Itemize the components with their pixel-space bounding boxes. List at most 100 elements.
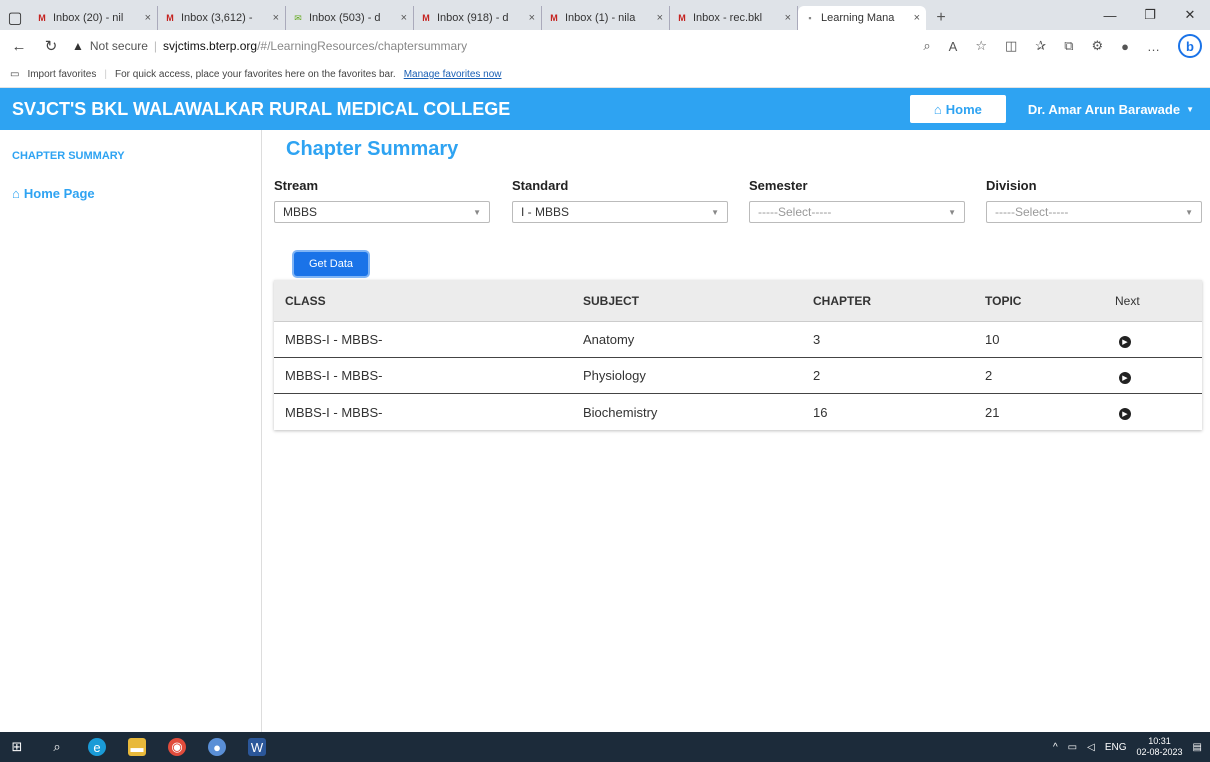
tab-actions-icon[interactable]: ▢ [0,6,30,30]
table-cell: 10 [985,332,1000,347]
close-tab-icon[interactable]: × [657,12,663,24]
windows-start-icon[interactable]: ⊞ [8,738,26,756]
table-cell: ▶ [1104,368,1202,384]
sidebar: CHAPTER SUMMARY ⌂ Home Page [0,130,262,732]
close-tab-icon[interactable]: × [529,12,535,24]
arrow-right-circle-icon[interactable]: ▶ [1119,371,1131,384]
close-tab-icon[interactable]: × [914,12,920,24]
page-title: Chapter Summary [286,138,459,160]
profile-icon[interactable]: ● [1121,39,1129,54]
extensions-icon[interactable]: ⚙ [1091,38,1103,54]
arrow-right-circle-icon[interactable]: ▶ [1119,335,1131,348]
table-row: MBBS-I - MBBS- Anatomy 3 10 ▶ [274,322,1202,358]
home-icon: ⌂ [12,186,20,201]
collections-icon[interactable]: ⧉ [1064,38,1073,54]
gmail-icon: M [678,13,686,23]
browser-tab[interactable]: ▪ Learning Mana × [798,6,926,30]
bing-icon[interactable]: b [1178,34,1202,58]
stream-filter: Stream MBBS ▼ [274,178,490,223]
more-icon[interactable]: … [1147,39,1160,54]
chevron-down-icon: ▼ [1185,207,1193,217]
language-indicator[interactable]: ENG [1105,742,1127,753]
manage-favorites-link[interactable]: Manage favorites now [404,69,502,80]
semester-select[interactable]: -----Select----- ▼ [749,201,965,223]
division-select[interactable]: -----Select----- ▼ [986,201,1202,223]
close-tab-icon[interactable]: × [401,12,407,24]
gmail-icon: M [422,13,430,23]
search-icon[interactable]: ⌕ [923,38,930,54]
app-title: SVJCT'S BKL WALAWALKAR RURAL MEDICAL COL… [12,98,511,119]
import-favorites-link[interactable]: Import favorites [27,69,96,80]
restore-icon[interactable]: ❐ [1130,0,1170,30]
tab-label: Inbox - rec.bkl [693,12,763,24]
chevron-up-icon[interactable]: ^ [1053,742,1058,753]
clock[interactable]: 10:31 02-08-2023 [1137,736,1183,758]
table-row: MBBS-I - MBBS- Physiology 2 2 ▶ [274,358,1202,394]
select-value: -----Select----- [758,205,832,219]
volume-icon[interactable]: ◁ [1087,742,1095,753]
split-screen-icon[interactable]: ◫ [1005,38,1017,54]
browser-tab[interactable]: M Inbox (1) - nila × [542,6,670,30]
page-icon: ▪ [808,13,812,23]
window-controls: — ❐ ✕ [1090,0,1210,30]
browser-tab-strip: ▢ M Inbox (20) - nil × M Inbox (3,612) - × ✉ In… [0,0,1210,30]
user-menu[interactable]: Dr. Amar Arun Barawade ▼ [1028,102,1194,117]
new-tab-icon[interactable]: + [926,6,956,30]
close-tab-icon[interactable]: × [145,12,151,24]
favorite-star-icon[interactable]: ☆ [975,38,987,54]
browser-tab[interactable]: M Inbox - rec.bkl × [670,6,798,30]
url-field[interactable]: ▲ Not secure | svjctims.bterp.org/#/Lear… [72,39,913,53]
file-explorer-icon[interactable]: ▬ [128,738,146,756]
close-tab-icon[interactable]: × [273,12,279,24]
arrow-right-circle-icon[interactable]: ▶ [1119,408,1131,420]
back-icon[interactable]: ← [8,35,30,57]
user-name: Dr. Amar Arun Barawade [1027,101,1181,117]
home-button[interactable]: ⌂ Home [909,95,1006,123]
app-icon[interactable]: ● [208,738,226,756]
table-cell: ▶ [1104,332,1202,348]
sidebar-item-label: Home Page [23,186,95,201]
semester-filter: Semester -----Select----- ▼ [749,178,965,223]
get-data-button[interactable]: Get Data [294,252,368,276]
tab-label: Learning Mana [821,12,895,24]
edge-icon[interactable]: e [88,738,106,756]
select-value: -----Select----- [995,205,1069,219]
chrome-icon[interactable]: ◉ [168,738,186,756]
filter-label: Stream [274,178,319,193]
table-cell: Physiology [583,368,646,383]
close-tab-icon[interactable]: × [785,12,791,24]
search-icon[interactable]: ⌕ [48,738,66,756]
browser-tab[interactable]: ✉ Inbox (503) - d × [286,6,414,30]
tab-label: Inbox (20) - nil [53,12,124,24]
column-header-subject: SUBJECT [583,293,640,308]
refresh-icon[interactable]: ↻ [40,35,62,57]
tab-label: Inbox (918) - d [437,12,509,24]
tab-label: Inbox (1) - nila [565,12,636,24]
table-cell: ▶ [1104,404,1202,420]
column-header-topic: TOPIC [985,293,1022,308]
stream-select[interactable]: MBBS ▼ [274,201,490,223]
tab-label: Inbox (3,612) - [181,12,253,24]
close-window-icon[interactable]: ✕ [1170,0,1210,30]
gmail-icon: M [38,13,46,23]
sidebar-section-title[interactable]: CHAPTER SUMMARY [12,150,125,162]
security-label: Not secure [89,39,148,53]
chevron-down-icon: ▼ [948,207,956,217]
browser-tab[interactable]: M Inbox (918) - d × [414,6,542,30]
standard-select[interactable]: I - MBBS ▼ [512,201,728,223]
browser-tab[interactable]: M Inbox (20) - nil × [30,6,158,30]
favorites-hint: For quick access, place your favorites h… [114,69,396,80]
sidebar-item-home-page[interactable]: ⌂ Home Page [12,186,95,201]
browser-tab[interactable]: M Inbox (3,612) - × [158,6,286,30]
table-cell: MBBS-I - MBBS- [285,404,383,420]
column-header-class: CLASS [285,293,326,308]
notification-icon[interactable]: ▤ [1193,742,1202,753]
address-bar: ← ↻ ▲ Not secure | svjctims.bterp.org/#/… [0,30,1210,62]
network-icon[interactable]: ▭ [1068,742,1077,753]
minimize-icon[interactable]: — [1090,0,1130,30]
read-aloud-icon[interactable]: A [949,39,958,54]
favbar-separator: | [104,69,107,80]
word-icon[interactable]: W [248,738,266,756]
favorites-icon[interactable]: ✰ [1035,38,1046,54]
url-separator: | [153,39,158,53]
